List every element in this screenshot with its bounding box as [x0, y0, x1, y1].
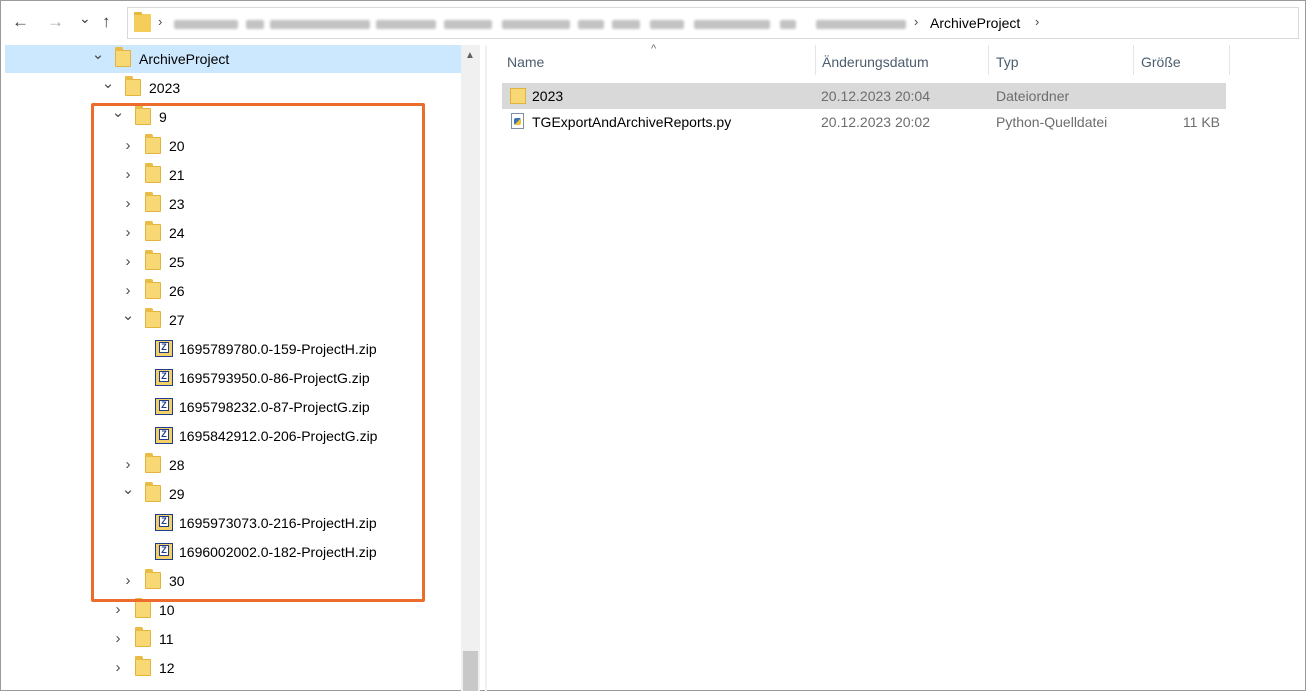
tree-item-folder[interactable]: › 11: [5, 625, 461, 653]
breadcrumb-separator-icon: ›: [914, 14, 919, 29]
redacted-path-segment: [502, 20, 570, 29]
tree-item-label: 12: [159, 660, 175, 676]
tree-item-label: 2023: [149, 80, 181, 96]
column-header-type[interactable]: Typ: [996, 54, 1019, 70]
breadcrumb-separator-icon: ›: [158, 14, 163, 29]
redacted-path-segment: [270, 20, 370, 29]
tree-item-folder[interactable]: › 12: [5, 654, 461, 682]
redacted-path-segment: [246, 20, 264, 29]
tree-item-label: 11: [159, 631, 174, 647]
folder-icon: [135, 598, 151, 618]
redacted-path-segment: [578, 20, 604, 29]
explorer-window: ← → ⌄ ↑ › › ArchiveProject › ⌄ ArchivePro…: [0, 0, 1306, 691]
file-name: TGExportAndArchiveReports.py: [532, 114, 732, 130]
file-row[interactable]: TGExportAndArchiveReports.py 20.12.2023 2…: [502, 109, 1226, 135]
chevron-right-icon[interactable]: ›: [111, 600, 125, 620]
chevron-right-icon[interactable]: ›: [111, 658, 125, 678]
redacted-path-segment: [780, 20, 796, 29]
breadcrumb-archiveproject[interactable]: ArchiveProject: [930, 15, 1020, 31]
highlight-box: [91, 103, 425, 602]
redacted-path-segment: [694, 20, 770, 29]
tree-item-folder[interactable]: ⌄ 2023: [5, 74, 461, 102]
file-modified-date: 20.12.2023 20:02: [821, 114, 930, 130]
sort-ascending-icon: ^: [651, 43, 657, 55]
file-type: Python-Quelldatei: [996, 114, 1108, 130]
folder-icon: [125, 76, 141, 96]
folder-icon: [135, 656, 151, 676]
column-divider[interactable]: [1133, 45, 1134, 75]
python-file-icon: [511, 113, 524, 129]
scrollbar-thumb[interactable]: [463, 651, 478, 691]
redacted-path-segment: [612, 20, 640, 29]
tree-scrollbar[interactable]: ▲: [461, 45, 480, 691]
column-divider[interactable]: [1229, 45, 1230, 75]
file-row[interactable]: 2023 20.12.2023 20:04 Dateiordner: [502, 83, 1226, 109]
column-header-modified[interactable]: Änderungsdatum: [822, 54, 929, 70]
column-divider[interactable]: [815, 45, 816, 75]
chevron-right-icon[interactable]: ›: [111, 629, 125, 649]
tree-item-folder[interactable]: ⌄ ArchiveProject: [5, 45, 461, 73]
redacted-path-segment: [444, 20, 492, 29]
redacted-path-segment: [650, 20, 684, 29]
back-arrow-icon[interactable]: ←: [12, 11, 29, 33]
folder-icon: [134, 12, 151, 32]
column-header-size[interactable]: Größe: [1141, 54, 1181, 70]
column-header-name[interactable]: Name: [507, 54, 544, 70]
chevron-down-icon[interactable]: ⌄: [91, 45, 105, 65]
breadcrumb-chevron-icon[interactable]: ›: [1035, 14, 1039, 29]
forward-arrow-icon[interactable]: →: [47, 11, 64, 33]
redacted-path-segment: [376, 20, 436, 29]
redacted-path-segment: [174, 20, 238, 29]
file-size: 11 KB: [1182, 114, 1220, 130]
file-modified-date: 20.12.2023 20:04: [821, 88, 930, 104]
up-arrow-icon[interactable]: ↑: [102, 11, 111, 33]
tree-item-label: 10: [159, 602, 175, 618]
file-type: Dateiordner: [996, 88, 1070, 104]
folder-icon: [115, 47, 131, 67]
folder-icon: [510, 88, 526, 104]
folder-icon: [135, 627, 151, 647]
scroll-up-icon[interactable]: ▲: [465, 50, 475, 61]
column-divider[interactable]: [988, 45, 989, 75]
redacted-path-segment: [816, 20, 906, 29]
recent-locations-chevron-icon[interactable]: ⌄: [79, 7, 91, 29]
address-bar[interactable]: › › ArchiveProject ›: [127, 7, 1299, 39]
pane-splitter[interactable]: [485, 45, 487, 691]
file-name: 2023: [532, 88, 564, 104]
tree-item-label: ArchiveProject: [139, 51, 230, 67]
chevron-down-icon[interactable]: ⌄: [101, 74, 115, 94]
